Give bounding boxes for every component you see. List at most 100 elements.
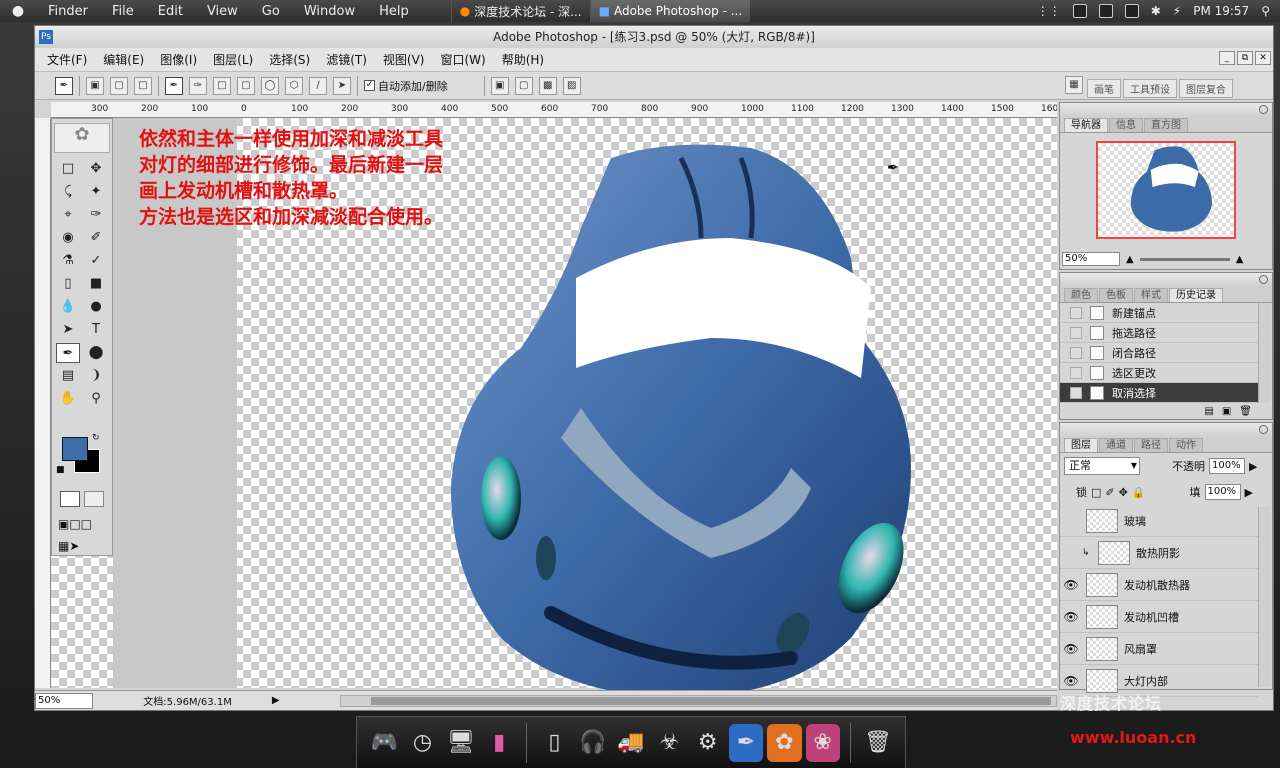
eyedropper-icon[interactable]: ❩ [84,366,108,386]
navigator-preview[interactable] [1096,141,1236,239]
tab-channels[interactable]: 通道 [1099,438,1133,452]
document-canvas[interactable]: 依然和主体一样使用加深和减淡工具 对灯的细部进行修饰。最后新建一层 画上发动机槽… [51,118,1057,698]
history-source-checkbox[interactable] [1070,306,1082,319]
app-menu-file[interactable]: 文件(F) [39,51,95,68]
taskbar-tab-forum[interactable]: ● 深度技术论坛 - 深... [450,0,590,22]
headphones-icon[interactable]: 🎧 [576,724,610,762]
gamepad-icon[interactable]: 🎮 [367,724,401,762]
custom-shape-icon[interactable]: ➤ [333,76,351,95]
status-menu-icon[interactable]: ▶ [272,695,280,706]
app-menu-edit[interactable]: 编辑(E) [95,51,152,68]
blend-mode-select[interactable]: 正常 [1064,457,1140,475]
palette-well-icon[interactable]: ▦ [1065,76,1083,94]
lock-position-icon[interactable]: ✥ [1119,486,1128,499]
minimize-icon[interactable]: _ [1219,51,1235,65]
layers-scrollbar[interactable] [1258,507,1270,687]
history-item[interactable]: 选区更改 [1060,363,1258,383]
folder-icon[interactable]: ▮ [482,724,516,762]
taskbar-tab-photoshop[interactable]: ■ Adobe Photoshop - ... [589,0,751,22]
line-icon[interactable]: ∕ [309,76,327,95]
app-menu-help[interactable]: 帮助(H) [494,51,552,68]
freeform-pen-icon[interactable]: ✑ [189,76,207,95]
healing-brush-icon[interactable]: ◉ [56,228,80,248]
apple-icon[interactable]: ● [0,3,36,19]
tab-color[interactable]: 颜色 [1064,288,1098,302]
tab-info[interactable]: 信息 [1109,118,1143,132]
tab-history[interactable]: 历史记录 [1169,288,1223,302]
layer-row[interactable]: 👁 风扇罩 [1060,633,1258,665]
lasso-tool-icon[interactable]: ⤹ [56,182,80,202]
panel-header[interactable] [1060,423,1272,437]
default-colors-icon[interactable]: ■ [56,465,65,475]
shape-layers-icon[interactable]: ▣ [86,76,104,95]
notes-tool-icon[interactable]: ▤ [56,366,80,386]
menu-file[interactable]: File [100,4,146,19]
hand-tool-icon[interactable]: ✋ [56,389,80,409]
rounded-rectangle-icon[interactable]: ▢ [237,76,255,95]
slice-tool-icon[interactable]: ✑ [84,205,108,225]
standard-mode-icon[interactable] [60,491,80,507]
panel-close-icon[interactable] [1259,425,1268,434]
history-source-checkbox[interactable] [1070,366,1082,379]
paths-icon[interactable]: ▢ [110,76,128,95]
snapshot-icon[interactable]: ▤ [1204,406,1213,417]
menu-view[interactable]: View [195,4,250,19]
menu-extras-icon[interactable]: ⋮⋮ [1037,4,1061,18]
zoom-tool-icon[interactable]: ⚲ [84,389,108,409]
history-item[interactable]: 闭合路径 [1060,343,1258,363]
panel-close-icon[interactable] [1259,275,1268,284]
move-tool-icon[interactable]: ✥ [84,159,108,179]
lock-all-icon[interactable]: 🔒 [1132,486,1146,499]
search-icon[interactable]: ⚲ [1261,4,1270,18]
bottle-icon[interactable]: ▯ [537,724,571,762]
ellipse-icon[interactable]: ◯ [261,76,279,95]
app-menu-window[interactable]: 窗口(W) [432,51,493,68]
lock-transparency-icon[interactable]: □ [1091,486,1101,499]
path-subtract-icon[interactable]: ▢ [514,76,533,95]
layer-row[interactable]: 👁 发动机散热器 [1060,569,1258,601]
path-intersect-icon[interactable]: ▩ [538,76,557,95]
history-item[interactable]: 新建锚点 [1060,303,1258,323]
tab-navigator[interactable]: 导航器 [1064,118,1108,132]
feather-app-icon[interactable]: ✒ [728,723,764,762]
fill-pixels-icon[interactable]: □ [134,76,152,95]
app-menu-image[interactable]: 图像(I) [152,51,205,68]
menu-go[interactable]: Go [250,4,292,19]
blur-tool-icon[interactable]: 💧 [56,297,80,317]
tab-swatches[interactable]: 色板 [1099,288,1133,302]
gear-icon[interactable]: ⚙ [691,724,725,762]
app-menu-layer[interactable]: 图层(L) [205,51,261,68]
history-source-checkbox[interactable] [1070,326,1082,339]
tab-histogram[interactable]: 直方图 [1144,118,1188,132]
tab-paths[interactable]: 路径 [1134,438,1168,452]
app-menu-select[interactable]: 选择(S) [261,51,318,68]
menu-finder[interactable]: Finder [36,4,100,19]
quick-mask-icon[interactable] [84,491,104,507]
zoom-in-icon[interactable]: ▲ [1236,254,1244,265]
zoom-slider[interactable] [1139,257,1230,261]
shape-tool-icon[interactable]: ⬤ [84,343,108,363]
history-source-checkbox[interactable] [1070,386,1082,399]
fill-arrow-icon[interactable]: ▶ [1245,486,1253,499]
bluetooth-icon[interactable]: ✱ [1151,4,1161,18]
clock[interactable]: PM 19:57 [1193,4,1249,18]
panel-header[interactable] [1060,103,1272,117]
panel-close-icon[interactable] [1259,105,1268,114]
fill-field[interactable]: 100% [1204,484,1241,500]
history-scrollbar[interactable] [1258,303,1270,403]
tab-brushes[interactable]: 画笔 [1087,79,1121,98]
foreground-color-swatch[interactable] [62,437,88,461]
opacity-arrow-icon[interactable]: ▶ [1249,460,1257,473]
status-icon-b[interactable] [1098,4,1113,18]
new-document-icon[interactable]: ▣ [1222,406,1231,417]
status-icon-c[interactable] [1124,4,1139,18]
eraser-tool-icon[interactable]: ▯ [56,274,80,294]
menu-window[interactable]: Window [292,4,367,19]
tab-layers[interactable]: 图层 [1064,438,1098,452]
power-icon[interactable]: ⚡ [1173,4,1181,18]
menu-help[interactable]: Help [367,4,421,19]
magic-wand-icon[interactable]: ✦ [84,182,108,202]
flower-icon[interactable]: ✿ [767,723,802,762]
layer-row[interactable]: ↳ 散热阴影 [1060,537,1258,569]
clone-stamp-icon[interactable]: ⚗ [56,251,80,271]
